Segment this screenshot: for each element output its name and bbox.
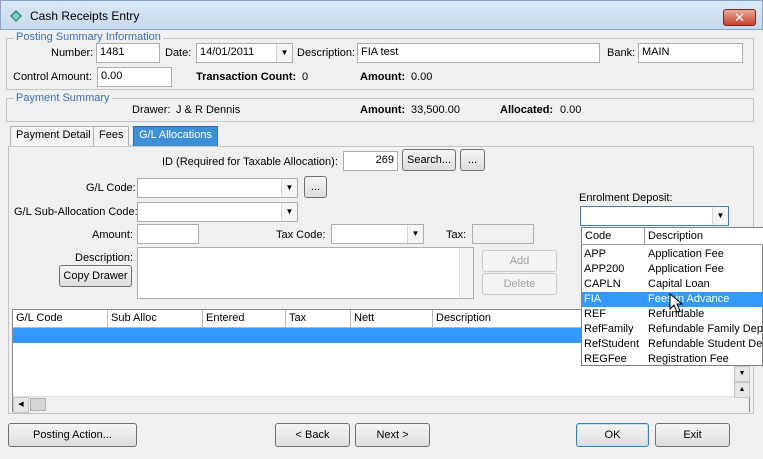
drawer-value: J & R Dennis: [176, 104, 241, 116]
control-amount-field[interactable]: 0.00: [97, 67, 172, 87]
payment-amount-value: 33,500.00: [411, 104, 460, 116]
scroll-left-icon[interactable]: ◀: [13, 397, 29, 413]
number-field[interactable]: 1481: [96, 43, 160, 63]
column-header-description[interactable]: Description: [433, 310, 583, 328]
next-button[interactable]: Next >: [355, 423, 430, 447]
mouse-pointer-icon: [669, 293, 683, 313]
dropdown-option[interactable]: APP200 Application Fee: [582, 262, 763, 277]
posting-amount-label: Amount:: [360, 71, 406, 83]
chevron-down-icon[interactable]: ▼: [281, 203, 297, 221]
app-diamond-icon: [10, 10, 22, 22]
posting-amount-value: 0.00: [411, 71, 433, 83]
id-label: ID (Required for Taxable Allocation):: [162, 156, 338, 168]
gl-sub-allocation-select[interactable]: ▼: [137, 202, 298, 222]
ok-button[interactable]: OK: [576, 423, 649, 447]
column-header-nett[interactable]: Nett: [351, 310, 433, 328]
grid-horizontal-scrollbar[interactable]: ◀: [13, 396, 749, 413]
transaction-count-label: Transaction Count:: [196, 71, 297, 83]
title-bar: Cash Receipts Entry ✕: [0, 0, 763, 30]
gl-code-select[interactable]: ▼: [137, 178, 298, 198]
description-textarea[interactable]: [137, 247, 474, 299]
close-button[interactable]: ✕: [723, 9, 756, 26]
description-entry-label: Description:: [75, 252, 134, 264]
tab-gl-allocations[interactable]: G/L Allocations: [133, 126, 218, 146]
tab-payment-detail[interactable]: Payment Detail: [10, 126, 97, 146]
gl-code-lookup-button[interactable]: ...: [304, 176, 327, 198]
dropdown-scroll-up-icon[interactable]: ▲: [734, 382, 750, 398]
dropdown-header: Code Description: [582, 228, 763, 245]
description-scrollbar[interactable]: [459, 248, 473, 298]
window-title: Cash Receipts Entry: [30, 9, 140, 23]
chevron-down-icon[interactable]: ▼: [712, 207, 728, 225]
amount-label: Amount:: [92, 229, 133, 241]
scroll-thumb[interactable]: [30, 398, 46, 411]
drawer-label: Drawer:: [132, 104, 171, 116]
dropdown-option[interactable]: APP Application Fee: [582, 247, 763, 262]
id-field[interactable]: 269: [343, 151, 398, 171]
allocated-value: 0.00: [560, 104, 582, 116]
bank-label: Bank:: [607, 47, 636, 59]
posting-action-button[interactable]: Posting Action...: [8, 423, 137, 447]
dropdown-scroll-down-icon[interactable]: ▼: [734, 366, 750, 382]
back-button[interactable]: < Back: [275, 423, 350, 447]
dropdown-col-description: Description: [648, 230, 704, 242]
chevron-down-icon[interactable]: ▼: [276, 44, 292, 62]
enrolment-deposit-select[interactable]: ▼: [580, 206, 729, 226]
column-header-gl-code[interactable]: G/L Code: [13, 310, 108, 328]
description-label: Description:: [297, 47, 356, 59]
tab-fees[interactable]: Fees: [93, 126, 130, 146]
date-value: 14/01/2011: [200, 46, 255, 58]
chevron-down-icon[interactable]: ▼: [407, 225, 423, 243]
column-header-sub-alloc[interactable]: Sub Alloc: [108, 310, 203, 328]
description-field[interactable]: FIA test: [357, 43, 600, 63]
payment-amount-label: Amount:: [360, 104, 406, 116]
tax-code-label: Tax Code:: [276, 229, 326, 241]
payment-summary-legend: Payment Summary: [14, 92, 112, 104]
enrolment-deposit-label: Enrolment Deposit:: [579, 192, 673, 204]
tax-code-select[interactable]: ▼: [331, 224, 424, 244]
column-header-entered[interactable]: Entered: [203, 310, 286, 328]
dropdown-option[interactable]: RefFamily Refundable Family Depo: [582, 322, 763, 337]
dropdown-option[interactable]: RefStudent Refundable Student Dep: [582, 337, 763, 352]
search-button[interactable]: Search...: [402, 149, 456, 171]
copy-drawer-button[interactable]: Copy Drawer: [59, 265, 132, 287]
id-lookup-button[interactable]: ...: [460, 149, 485, 171]
dropdown-col-code: Code: [585, 230, 612, 242]
tax-field: [472, 224, 534, 244]
chevron-down-icon[interactable]: ▼: [281, 179, 297, 197]
control-amount-label: Control Amount:: [13, 71, 92, 83]
allocated-label: Allocated:: [500, 104, 554, 116]
bank-field[interactable]: MAIN: [638, 43, 743, 63]
delete-button[interactable]: Delete: [482, 273, 557, 295]
dropdown-option[interactable]: CAPLN Capital Loan: [582, 277, 763, 292]
add-button[interactable]: Add: [482, 250, 557, 272]
gl-sub-allocation-label: G/L Sub-Allocation Code:: [14, 206, 138, 218]
date-label: Date:: [165, 47, 192, 59]
date-picker[interactable]: 14/01/2011 ▼: [196, 43, 293, 63]
dropdown-option[interactable]: REGFee Registration Fee: [582, 352, 763, 367]
posting-summary-legend: Posting Summary Information: [14, 31, 163, 43]
column-header-tax[interactable]: Tax: [286, 310, 351, 328]
number-label: Number:: [51, 47, 94, 59]
gl-code-label: G/L Code:: [86, 182, 136, 194]
amount-field[interactable]: [137, 224, 199, 244]
exit-button[interactable]: Exit: [655, 423, 730, 447]
tax-label: Tax:: [446, 229, 467, 241]
transaction-count-value: 0: [302, 71, 309, 83]
dropdown-col-divider: [644, 228, 645, 245]
